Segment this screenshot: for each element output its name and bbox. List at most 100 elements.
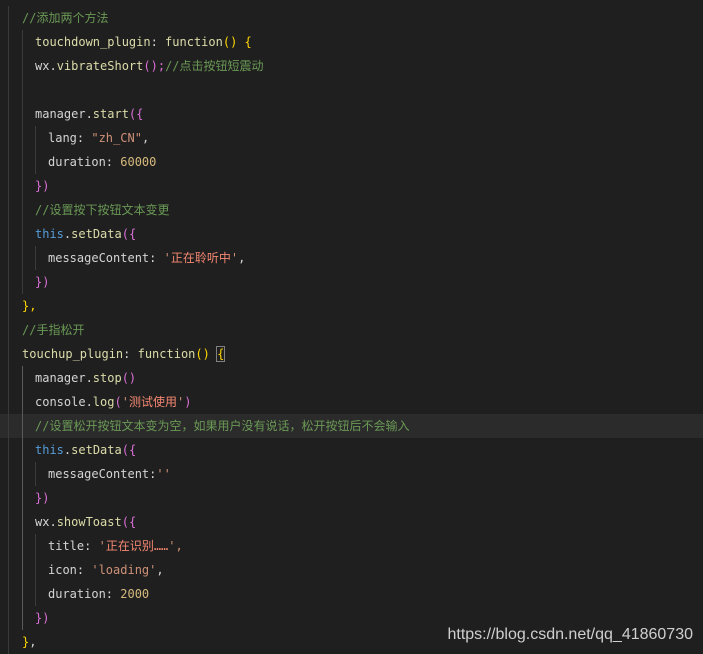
code-line[interactable]: icon: 'loading', (0, 558, 703, 582)
code-token: ', (168, 539, 183, 553)
indent-guide (8, 630, 9, 654)
code-token: () (222, 35, 245, 49)
code-token: lang: (48, 131, 92, 145)
code-editor[interactable]: //添加两个方法 touchdown_plugin: function() {wx… (0, 0, 703, 654)
code-text: manager.start({ (35, 102, 143, 126)
code-token: //设置松开按钮文本变为空，如果用户没有说话，松开按钮后不会输入 (35, 419, 410, 433)
indent-guide (8, 6, 9, 30)
code-token: }, (22, 299, 37, 313)
code-line[interactable]: lang: "zh_CN", (0, 126, 703, 150)
code-line[interactable]: wx.showToast({ (0, 510, 703, 534)
indent-guide (8, 462, 9, 486)
indent-guide (8, 390, 9, 414)
code-token: }) (35, 611, 50, 625)
indent-guide (8, 318, 9, 342)
code-token: (); (143, 59, 166, 73)
indent-guide (22, 270, 23, 294)
code-line[interactable]: manager.start({ (0, 102, 703, 126)
code-token: 2000 (120, 587, 150, 601)
code-token: start (92, 107, 129, 121)
code-text: touchdown_plugin: function() { (35, 30, 252, 54)
code-token: : (123, 347, 138, 361)
code-token: '' (156, 467, 171, 481)
indent-guide (8, 510, 9, 534)
code-line[interactable]: messageContent:'' (0, 462, 703, 486)
indent-guide (22, 222, 23, 246)
code-line[interactable]: console.log('测试使用') (0, 390, 703, 414)
code-token: : (150, 35, 166, 49)
code-token: ' (121, 395, 129, 409)
code-line[interactable]: touchdown_plugin: function() { (0, 30, 703, 54)
code-text: }, (22, 630, 36, 654)
indent-guide (22, 582, 23, 606)
code-text: duration: 60000 (48, 150, 156, 174)
code-line[interactable]: }) (0, 270, 703, 294)
code-token: 'loading' (91, 563, 157, 577)
code-line[interactable]: }) (0, 486, 703, 510)
indent-guide (35, 126, 36, 150)
code-token: log (92, 395, 115, 409)
indent-guide (8, 78, 9, 102)
code-text: console.log('测试使用') (35, 390, 191, 414)
code-line[interactable]: duration: 60000 (0, 150, 703, 174)
code-token: 60000 (120, 155, 157, 169)
indent-guide (8, 126, 9, 150)
code-token: stop (92, 371, 122, 385)
code-token: ) (184, 395, 192, 409)
code-line[interactable]: //设置松开按钮文本变为空，如果用户没有说话，松开按钮后不会输入 (0, 414, 703, 438)
code-token: () (121, 371, 137, 385)
indent-guide (22, 150, 23, 174)
code-text: lang: "zh_CN", (48, 126, 149, 150)
indent-guide (8, 366, 9, 390)
code-token: setData (71, 443, 122, 457)
code-token: //设置按下按钮文本变更 (35, 203, 170, 217)
code-text: messageContent:'' (48, 462, 171, 486)
code-text: }) (35, 486, 49, 510)
code-line[interactable]: duration: 2000 (0, 582, 703, 606)
code-text: //添加两个方法 (22, 6, 108, 30)
code-token: duration: (48, 587, 121, 601)
code-line[interactable]: touchup_plugin: function() { (0, 342, 703, 366)
indent-guide (8, 270, 9, 294)
code-text: manager.stop() (35, 366, 136, 390)
indent-guide (22, 198, 23, 222)
indent-guide (22, 78, 23, 102)
code-line[interactable]: }) (0, 174, 703, 198)
code-line[interactable]: manager.stop() (0, 366, 703, 390)
indent-guide (35, 534, 36, 558)
indent-guide (8, 558, 9, 582)
indent-guide (8, 438, 9, 462)
code-line[interactable] (0, 78, 703, 102)
code-text: //手指松开 (22, 318, 84, 342)
code-line[interactable]: //添加两个方法 (0, 6, 703, 30)
code-text: }) (35, 270, 49, 294)
code-token: //手指松开 (22, 323, 85, 337)
indent-guide (8, 150, 9, 174)
code-line[interactable]: }, (0, 294, 703, 318)
code-text: }) (35, 174, 49, 198)
code-line[interactable]: //手指松开 (0, 318, 703, 342)
indent-guide (8, 102, 9, 126)
code-token: ' (98, 539, 106, 553)
code-token: "zh_CN" (91, 131, 142, 145)
code-token: //点击按钮短震动 (165, 59, 264, 73)
code-token: ' (230, 251, 239, 265)
indent-guide (22, 246, 23, 270)
code-token: manager. (35, 107, 93, 121)
code-line[interactable]: wx.vibrateShort();//点击按钮短震动 (0, 54, 703, 78)
indent-guide (22, 414, 23, 438)
code-line[interactable]: this.setData({ (0, 438, 703, 462)
code-line[interactable]: this.setData({ (0, 222, 703, 246)
indent-guide (35, 246, 36, 270)
indent-guide (22, 54, 23, 78)
indent-guide (22, 438, 23, 462)
code-token: function (165, 35, 223, 49)
code-token: touchup_plugin (22, 347, 124, 361)
indent-guide (22, 606, 23, 630)
code-line[interactable]: title: '正在识别……', (0, 534, 703, 558)
code-line[interactable]: messageContent: '正在聆听中', (0, 246, 703, 270)
code-line[interactable]: //设置按下按钮文本变更 (0, 198, 703, 222)
watermark-text: https://blog.csdn.net/qq_41860730 (447, 626, 693, 643)
code-token: ( (114, 395, 122, 409)
indent-guide (22, 558, 23, 582)
